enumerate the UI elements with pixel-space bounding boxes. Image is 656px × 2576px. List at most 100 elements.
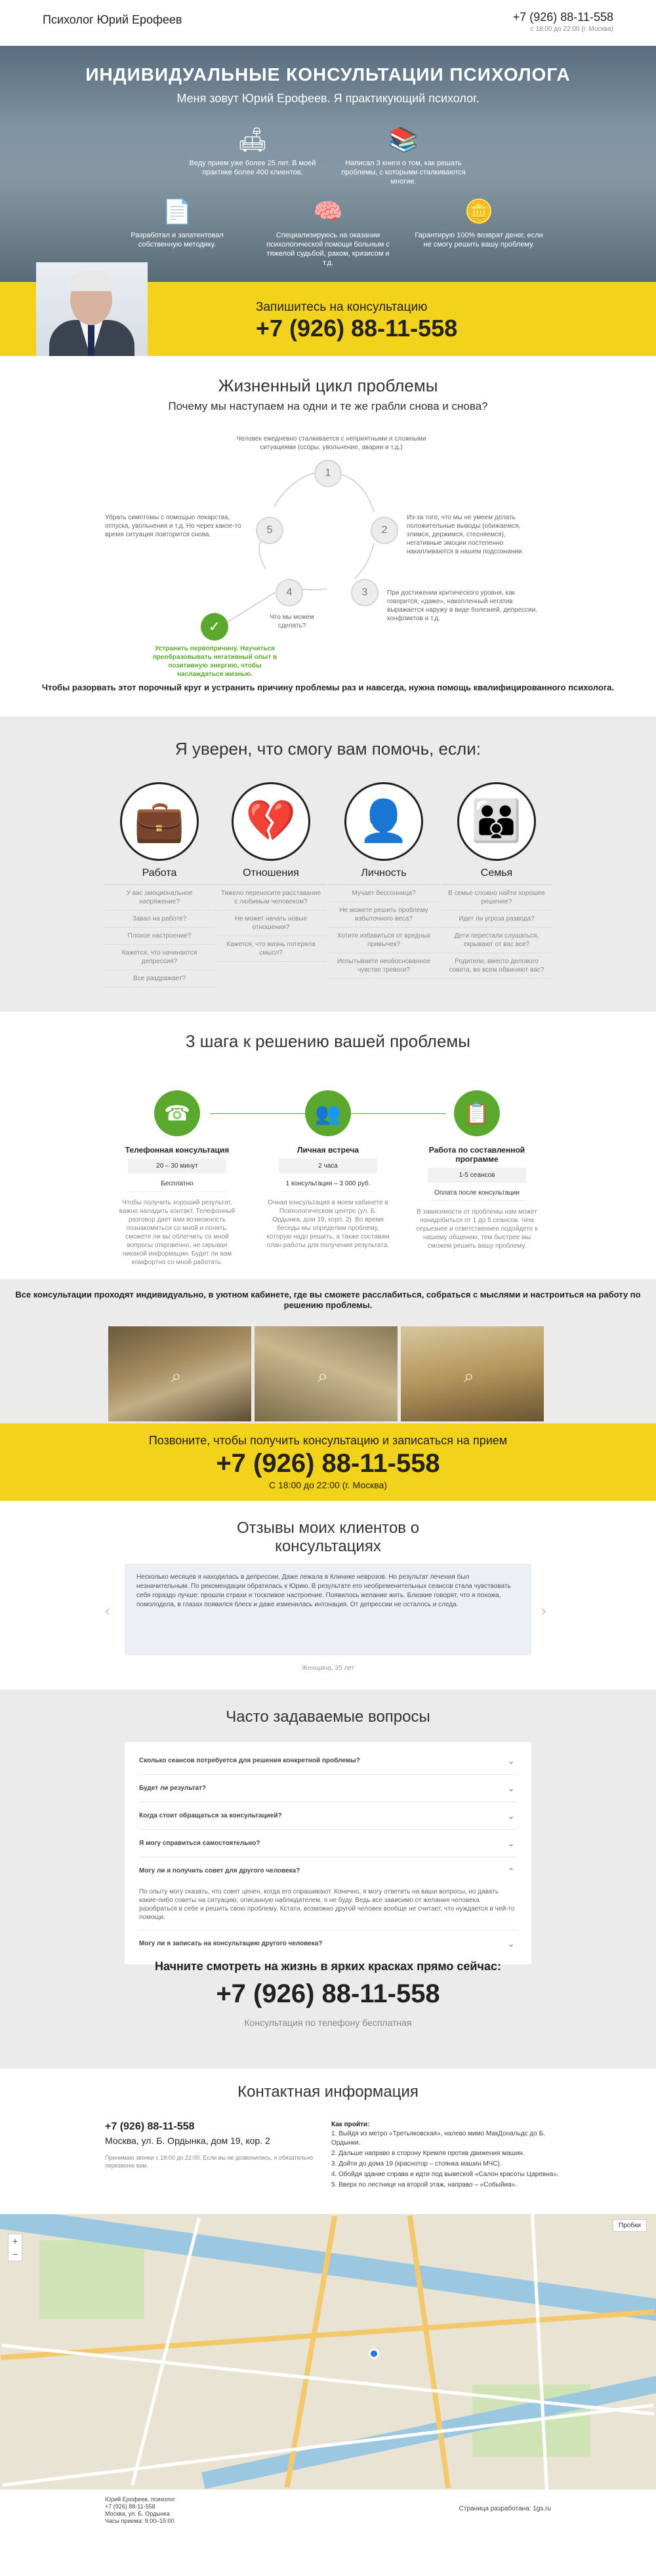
person-icon: 👤 (344, 782, 423, 861)
map-traffic-button[interactable]: Пробки (613, 2219, 647, 2232)
review-text: Несколько месяцев я находилась в депресс… (125, 1564, 531, 1655)
help-item: Мучает бессонница? (328, 885, 440, 902)
work-icon: 💼 (120, 782, 199, 861)
step-title: Телефонная консультация (125, 1145, 230, 1155)
books-icon: 📚 (388, 126, 419, 153)
faq-list: Сколько сеансов потребуется для решения … (125, 1742, 531, 1964)
chevron-left-icon[interactable]: ‹ (105, 1602, 110, 1619)
step-price: 1 консультация – 3 000 руб. (279, 1176, 377, 1192)
zoom-icon: ⌕ (171, 1366, 182, 1386)
cycle-step-text: Убрать симптомы с помощью лекарства, отп… (105, 514, 241, 538)
help-column-title: Личность (328, 867, 440, 885)
cycle-step: 4 (276, 579, 303, 606)
faq-title: Часто задаваемые вопросы (226, 1708, 430, 1726)
hero-feature-text: Написал 3 книги о том, как решать пробле… (341, 159, 466, 186)
footer-line: Часы приема: 9:00–15:00 (105, 2518, 174, 2524)
document-icon: 📄 (162, 198, 192, 225)
zoom-out-icon[interactable]: − (9, 2248, 22, 2261)
help-item: Завал на работе? (104, 911, 215, 928)
psychologist-photo (36, 262, 148, 356)
step-text: Чтобы получить хороший результат, важно … (119, 1199, 236, 1266)
step-meeting: 👥 Личная встреча 2 часа 1 консультация –… (266, 1090, 390, 1250)
help-item: В семье сложно найти хорошее решение? (441, 885, 552, 911)
step-duration: 1-5 сеансов (428, 1168, 526, 1183)
call2-label: Позвоните, чтобы получить консультацию и… (148, 1434, 508, 1447)
footer-developer[interactable]: Страница разработана: 1gs.ru (459, 2505, 551, 2512)
help-column-family: 👪 Семья В семье сложно найти хорошее реш… (441, 782, 552, 979)
brain-icon: 🧠 (313, 198, 343, 225)
coins-icon: 🪙 (464, 198, 494, 225)
faq-question-text: Могу ли я записать на консультацию друго… (139, 1940, 323, 1947)
call2-phone[interactable]: +7 (926) 88-11-558 (0, 1449, 656, 1478)
help-column-personality: 👤 Личность Мучает бессонница? Не можете … (328, 782, 440, 979)
hero-feature-text: Специализируюсь на оказании психологичес… (266, 231, 390, 267)
faq-question-text: Когда стоит обращаться за консультацией? (139, 1812, 282, 1819)
chevron-right-icon[interactable]: › (541, 1602, 546, 1619)
faq-free-note: Консультация по телефону бесплатная (244, 2017, 412, 2028)
call-phone[interactable]: +7 (926) 88-11-558 (256, 315, 457, 342)
help-item: У вас эмоциональное напряжение? (104, 885, 215, 911)
step-title: Личная встреча (297, 1145, 359, 1155)
cycle-step: 3 (351, 579, 379, 606)
cycle-subtitle: Почему мы наступаем на одни и те же граб… (168, 400, 488, 412)
cycle-step-text: Человек ежедневно сталкивается с неприят… (236, 435, 426, 451)
problem-cycle-section: Жизненный цикл проблемы Почему мы наступ… (0, 356, 656, 717)
office-text: Все консультации проходят индивидуально,… (15, 1290, 641, 1310)
cycle-solution: Устранить первопричину. Научиться преобр… (152, 645, 277, 678)
office-photo[interactable]: ⌕ (255, 1326, 398, 1421)
map[interactable]: Пробки + − (0, 2214, 656, 2489)
contacts-route: Как пройти: 1. Выйдя из метро «Третьяков… (331, 2121, 567, 2190)
faq-section: Часто задаваемые вопросы Сколько сеансов… (0, 1690, 656, 2069)
faq-question-open[interactable]: Могу ли я получить совет для другого чел… (139, 1857, 517, 1885)
location-pin-icon[interactable] (369, 2348, 379, 2359)
header-phone-number[interactable]: +7 (926) 88-11-558 (513, 10, 613, 24)
help-item: Плохое настроение? (104, 928, 215, 945)
map-zoom-control[interactable]: + − (8, 2234, 22, 2261)
contacts-left: +7 (926) 88-11-558 Москва, ул. Б. Ордынк… (105, 2121, 321, 2170)
faq-question[interactable]: Могу ли я записать на консультацию друго… (139, 1930, 517, 1958)
hero-feature: 🛋 Веду прием уже более 25 лет. В моей пр… (187, 125, 318, 177)
office-photo[interactable]: ⌕ (108, 1326, 251, 1421)
hero-feature: 📚 Написал 3 книги о том, как решать проб… (338, 125, 469, 186)
review-author: Женщина, 35 лет (301, 1665, 355, 1672)
footer-line: +7 (926) 88-11-558 (105, 2503, 155, 2510)
help-item: Не может начать новые отношения? (215, 911, 327, 936)
help-title: Я уверен, что смогу вам помочь, если: (175, 739, 481, 759)
phone-icon: ☎ (154, 1090, 200, 1136)
chevron-up-icon: ⌃ (507, 1867, 514, 1876)
header-phone[interactable]: +7 (926) 88-11-558 с 18:00 до 22:00 (г. … (513, 10, 613, 33)
help-item: Тяжело переносите расставание с любимым … (215, 885, 327, 911)
faq-question[interactable]: Когда стоит обращаться за консультацией?… (139, 1802, 517, 1830)
cycle-step: 5 (256, 517, 283, 544)
office-photo[interactable]: ⌕ (401, 1326, 544, 1421)
step-price: Бесплатно (128, 1176, 226, 1192)
cycle-step-text: Из-за того, что мы не умеем делать полож… (407, 514, 522, 555)
broken-heart-icon: 💔 (232, 782, 310, 861)
faq-phone[interactable]: +7 (926) 88-11-558 (0, 1979, 656, 2009)
route-step: 1. Выйдя из метро «Третьяковская», налев… (331, 2130, 545, 2147)
zoom-in-icon[interactable]: + (9, 2234, 22, 2248)
step-duration: 20 – 30 минут (128, 1159, 226, 1174)
faq-question[interactable]: Будет ли результат? ⌄ (139, 1775, 517, 1802)
footer-line: Москва, ул. Б. Ордынка (105, 2510, 170, 2517)
help-section: Я уверен, что смогу вам помочь, если: 💼 … (0, 717, 656, 1012)
reviews-title-text: Отзывы моих клиентов о консультациях (236, 1519, 420, 1555)
help-item: Кажется, что жизнь потеряла смысл? (215, 936, 327, 962)
help-column-work: 💼 Работа У вас эмоциональное напряжение?… (104, 782, 215, 987)
footer: Юрий Ерофеев, психолог +7 (926) 88-11-55… (0, 2489, 656, 2525)
help-item: Все раздражает? (104, 970, 215, 987)
cycle-step-text: Что мы можем сделать? (270, 614, 314, 629)
hero-feature: 🪙 Гарантирую 100% возврат денег, если не… (413, 197, 544, 249)
hero-feature-text: Разработал и запатентовал собственную ме… (131, 231, 224, 248)
site-logo[interactable]: Психолог Юрий Ерофеев (43, 13, 182, 27)
contacts-note: Принимаю звонки с 18:00 до 22:00. Если в… (105, 2154, 314, 2169)
faq-question[interactable]: Я могу справиться самостоятельно? ⌄ (139, 1830, 517, 1857)
cycle-step: 1 (314, 460, 342, 487)
zoom-icon: ⌕ (464, 1366, 474, 1386)
footer-info: Юрий Ерофеев, психолог +7 (926) 88-11-55… (105, 2496, 175, 2525)
call-label: Запишитесь на консультацию (256, 300, 428, 314)
header: Психолог Юрий Ерофеев +7 (926) 88-11-558… (0, 0, 656, 46)
faq-question[interactable]: Сколько сеансов потребуется для решения … (139, 1747, 517, 1775)
contacts-phone[interactable]: +7 (926) 88-11-558 (105, 2121, 321, 2133)
faq-question-text: Могу ли я получить совет для другого чел… (139, 1867, 300, 1874)
